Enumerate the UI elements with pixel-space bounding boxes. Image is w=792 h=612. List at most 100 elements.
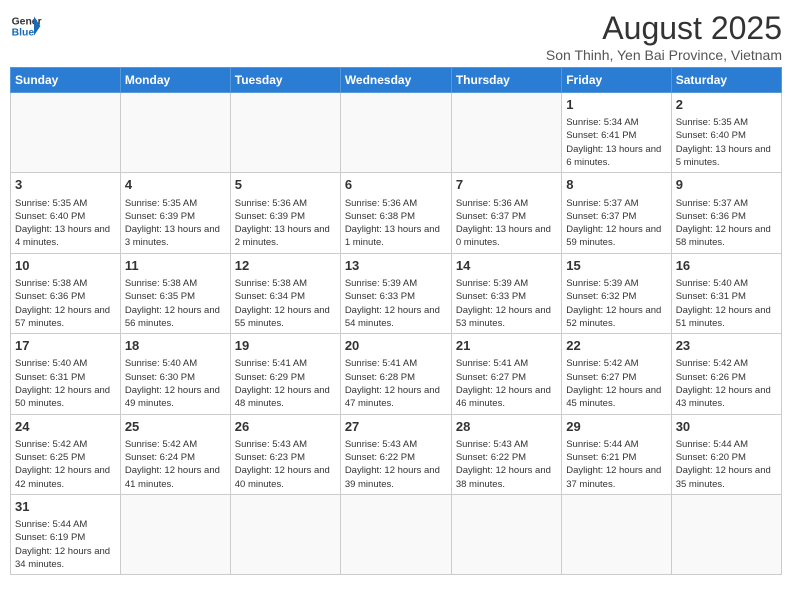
table-row: 14Sunrise: 5:39 AM Sunset: 6:33 PM Dayli… bbox=[451, 253, 561, 333]
logo: General Blue bbox=[10, 10, 42, 42]
day-info: Sunrise: 5:39 AM Sunset: 6:32 PM Dayligh… bbox=[566, 277, 666, 330]
table-row bbox=[340, 494, 451, 574]
day-number: 27 bbox=[345, 418, 447, 436]
table-row: 5 Sunrise: 5:36 AM Sunset: 6:39 PM Daylig… bbox=[230, 173, 340, 253]
table-row: 7 Sunrise: 5:36 AM Sunset: 6:37 PM Daylig… bbox=[451, 173, 561, 253]
day-info: Sunrise: 5:44 AM Sunset: 6:20 PM Dayligh… bbox=[676, 438, 777, 491]
day-info: Sunrise: 5:35 AM Sunset: 6:40 PM Dayligh… bbox=[676, 116, 777, 169]
day-number: 8 bbox=[566, 176, 666, 194]
table-row bbox=[451, 93, 561, 173]
table-row: 16 Sunrise: 5:40 AM Sunset: 6:31 PM Dayli… bbox=[671, 253, 781, 333]
day-header-tuesday: Tuesday bbox=[230, 68, 340, 93]
table-row bbox=[230, 93, 340, 173]
day-info: Sunrise: 5:39 AM Sunset: 6:33 PM Dayligh… bbox=[456, 277, 557, 330]
day-number: 1 bbox=[566, 96, 666, 114]
table-row: 27 Sunrise: 5:43 AM Sunset: 6:22 PM Dayli… bbox=[340, 414, 451, 494]
day-number: 9 bbox=[676, 176, 777, 194]
day-info: Sunrise: 5:36 AM Sunset: 6:38 PM Dayligh… bbox=[345, 197, 447, 250]
day-info: Sunrise: 5:37 AM Sunset: 6:37 PM Dayligh… bbox=[566, 197, 666, 250]
table-row: 26Sunrise: 5:43 AM Sunset: 6:23 PM Dayli… bbox=[230, 414, 340, 494]
day-info: Sunrise: 5:44 AM Sunset: 6:19 PM Dayligh… bbox=[15, 518, 116, 571]
table-row: 11Sunrise: 5:38 AM Sunset: 6:35 PM Dayli… bbox=[120, 253, 230, 333]
table-row: 24 Sunrise: 5:42 AM Sunset: 6:25 PM Dayli… bbox=[11, 414, 121, 494]
day-info: Sunrise: 5:41 AM Sunset: 6:28 PM Dayligh… bbox=[345, 357, 447, 410]
table-row: 21 Sunrise: 5:41 AM Sunset: 6:27 PM Dayli… bbox=[451, 334, 561, 414]
day-info: Sunrise: 5:40 AM Sunset: 6:31 PM Dayligh… bbox=[676, 277, 777, 330]
day-info: Sunrise: 5:41 AM Sunset: 6:29 PM Dayligh… bbox=[235, 357, 336, 410]
day-info: Sunrise: 5:44 AM Sunset: 6:21 PM Dayligh… bbox=[566, 438, 666, 491]
day-info: Sunrise: 5:40 AM Sunset: 6:30 PM Dayligh… bbox=[125, 357, 226, 410]
day-number: 30 bbox=[676, 418, 777, 436]
day-info: Sunrise: 5:41 AM Sunset: 6:27 PM Dayligh… bbox=[456, 357, 557, 410]
day-number: 12 bbox=[235, 257, 336, 275]
logo-icon: General Blue bbox=[10, 10, 42, 42]
day-number: 28 bbox=[456, 418, 557, 436]
calendar-title: August 2025 bbox=[546, 10, 782, 47]
day-header-wednesday: Wednesday bbox=[340, 68, 451, 93]
calendar-subtitle: Son Thinh, Yen Bai Province, Vietnam bbox=[546, 47, 782, 63]
table-row: 22 Sunrise: 5:42 AM Sunset: 6:27 PM Dayli… bbox=[562, 334, 671, 414]
day-info: Sunrise: 5:42 AM Sunset: 6:25 PM Dayligh… bbox=[15, 438, 116, 491]
table-row: 17 Sunrise: 5:40 AM Sunset: 6:31 PM Dayli… bbox=[11, 334, 121, 414]
title-area: August 2025 Son Thinh, Yen Bai Province,… bbox=[546, 10, 782, 63]
table-row bbox=[120, 494, 230, 574]
day-number: 2 bbox=[676, 96, 777, 114]
calendar-table: SundayMondayTuesdayWednesdayThursdayFrid… bbox=[10, 67, 782, 575]
table-row: 30 Sunrise: 5:44 AM Sunset: 6:20 PM Dayli… bbox=[671, 414, 781, 494]
table-row: 23Sunrise: 5:42 AM Sunset: 6:26 PM Dayli… bbox=[671, 334, 781, 414]
table-row: 2 Sunrise: 5:35 AM Sunset: 6:40 PM Daylig… bbox=[671, 93, 781, 173]
table-row: 6 Sunrise: 5:36 AM Sunset: 6:38 PM Daylig… bbox=[340, 173, 451, 253]
day-number: 21 bbox=[456, 337, 557, 355]
day-number: 25 bbox=[125, 418, 226, 436]
day-info: Sunrise: 5:40 AM Sunset: 6:31 PM Dayligh… bbox=[15, 357, 116, 410]
day-info: Sunrise: 5:37 AM Sunset: 6:36 PM Dayligh… bbox=[676, 197, 777, 250]
day-info: Sunrise: 5:38 AM Sunset: 6:34 PM Dayligh… bbox=[235, 277, 336, 330]
day-info: Sunrise: 5:43 AM Sunset: 6:22 PM Dayligh… bbox=[345, 438, 447, 491]
day-header-friday: Friday bbox=[562, 68, 671, 93]
table-row: 20 Sunrise: 5:41 AM Sunset: 6:28 PM Dayli… bbox=[340, 334, 451, 414]
day-info: Sunrise: 5:43 AM Sunset: 6:22 PM Dayligh… bbox=[456, 438, 557, 491]
table-row: 4Sunrise: 5:35 AM Sunset: 6:39 PM Daylig… bbox=[120, 173, 230, 253]
day-number: 24 bbox=[15, 418, 116, 436]
day-info: Sunrise: 5:38 AM Sunset: 6:36 PM Dayligh… bbox=[15, 277, 116, 330]
day-info: Sunrise: 5:42 AM Sunset: 6:24 PM Dayligh… bbox=[125, 438, 226, 491]
day-info: Sunrise: 5:36 AM Sunset: 6:37 PM Dayligh… bbox=[456, 197, 557, 250]
table-row: 13 Sunrise: 5:39 AM Sunset: 6:33 PM Dayli… bbox=[340, 253, 451, 333]
day-number: 5 bbox=[235, 176, 336, 194]
svg-text:Blue: Blue bbox=[12, 28, 35, 39]
day-number: 15 bbox=[566, 257, 666, 275]
table-row: 19Sunrise: 5:41 AM Sunset: 6:29 PM Dayli… bbox=[230, 334, 340, 414]
table-row: 3 Sunrise: 5:35 AM Sunset: 6:40 PM Daylig… bbox=[11, 173, 121, 253]
day-number: 4 bbox=[125, 176, 226, 194]
day-number: 26 bbox=[235, 418, 336, 436]
day-info: Sunrise: 5:35 AM Sunset: 6:40 PM Dayligh… bbox=[15, 197, 116, 250]
header: General Blue August 2025 Son Thinh, Yen … bbox=[10, 10, 782, 63]
day-number: 17 bbox=[15, 337, 116, 355]
table-row: 12 Sunrise: 5:38 AM Sunset: 6:34 PM Dayli… bbox=[230, 253, 340, 333]
day-number: 3 bbox=[15, 176, 116, 194]
day-header-monday: Monday bbox=[120, 68, 230, 93]
day-header-sunday: Sunday bbox=[11, 68, 121, 93]
day-info: Sunrise: 5:36 AM Sunset: 6:39 PM Dayligh… bbox=[235, 197, 336, 250]
day-header-thursday: Thursday bbox=[451, 68, 561, 93]
day-number: 11 bbox=[125, 257, 226, 275]
table-row: 10Sunrise: 5:38 AM Sunset: 6:36 PM Dayli… bbox=[11, 253, 121, 333]
day-number: 16 bbox=[676, 257, 777, 275]
day-header-saturday: Saturday bbox=[671, 68, 781, 93]
table-row: 9 Sunrise: 5:37 AM Sunset: 6:36 PM Daylig… bbox=[671, 173, 781, 253]
table-row: 28 Sunrise: 5:43 AM Sunset: 6:22 PM Dayli… bbox=[451, 414, 561, 494]
table-row bbox=[120, 93, 230, 173]
day-number: 7 bbox=[456, 176, 557, 194]
table-row bbox=[562, 494, 671, 574]
day-info: Sunrise: 5:39 AM Sunset: 6:33 PM Dayligh… bbox=[345, 277, 447, 330]
day-number: 18 bbox=[125, 337, 226, 355]
day-number: 6 bbox=[345, 176, 447, 194]
day-number: 22 bbox=[566, 337, 666, 355]
table-row bbox=[11, 93, 121, 173]
day-number: 20 bbox=[345, 337, 447, 355]
day-info: Sunrise: 5:42 AM Sunset: 6:27 PM Dayligh… bbox=[566, 357, 666, 410]
table-row: 31Sunrise: 5:44 AM Sunset: 6:19 PM Dayli… bbox=[11, 494, 121, 574]
day-number: 13 bbox=[345, 257, 447, 275]
table-row bbox=[671, 494, 781, 574]
day-info: Sunrise: 5:42 AM Sunset: 6:26 PM Dayligh… bbox=[676, 357, 777, 410]
